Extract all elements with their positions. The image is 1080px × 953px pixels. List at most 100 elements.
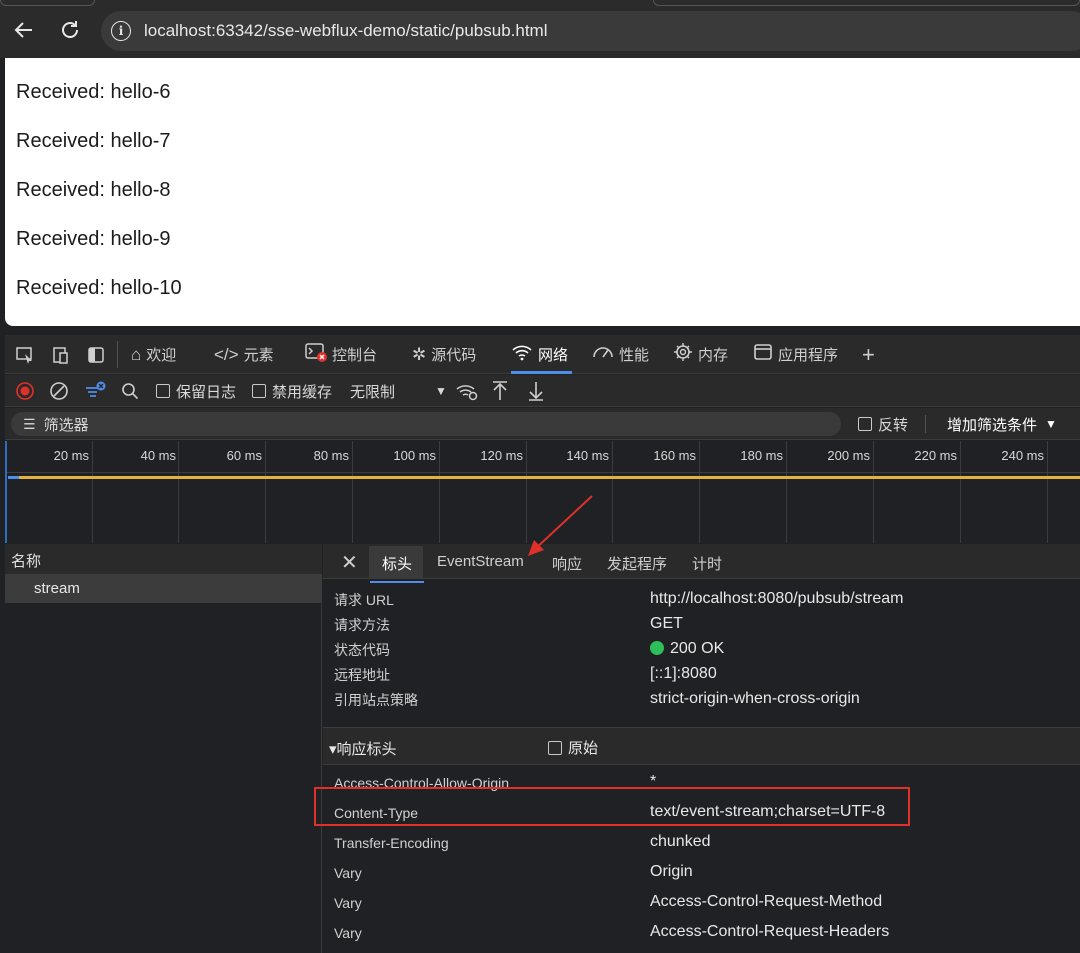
status-code-value: 200 OK	[650, 640, 724, 658]
inspect-element-button[interactable]	[15, 335, 35, 374]
tab-performance[interactable]: 性能	[592, 335, 649, 374]
grid-line	[178, 441, 179, 543]
checkbox-box[interactable]	[252, 384, 266, 398]
timeline-tick-label: 100 ms	[393, 448, 436, 463]
checkbox-box[interactable]	[548, 740, 562, 755]
divider	[117, 341, 118, 368]
timeline-tick-label: 60 ms	[226, 448, 262, 463]
tab-elements[interactable]: </> 元素	[214, 335, 274, 374]
arrow-left-icon	[14, 22, 32, 38]
record-button[interactable]	[15, 375, 35, 407]
filter-input[interactable]: ☰ 筛选器	[11, 412, 841, 436]
grid-line	[612, 441, 613, 543]
tab-sources[interactable]: ✲ 源代码	[412, 335, 476, 374]
tab-edge	[0, 0, 95, 6]
timeline-tick-label: 20 ms	[53, 448, 89, 463]
divider	[925, 415, 926, 433]
referrer-policy-key: 引用站点策略	[334, 692, 418, 708]
grid-line	[786, 441, 787, 543]
download-icon	[529, 382, 543, 401]
device-icon	[53, 346, 68, 364]
remote-address-value: [::1]:8080	[650, 665, 717, 682]
wifi-icon	[511, 343, 533, 366]
timeline-cursor	[5, 441, 7, 543]
preserve-log-label: 保留日志	[176, 383, 237, 401]
timeline-tick-label: 220 ms	[914, 448, 957, 463]
more-filters-dropdown[interactable]: 增加筛选条件 ▼	[947, 408, 1057, 440]
export-har-button[interactable]	[527, 375, 545, 407]
url-text: localhost:63342/sse-webflux-demo/static/…	[144, 21, 548, 40]
timeline-tick-label: 120 ms	[480, 448, 523, 463]
remote-address-key: 远程地址	[334, 667, 390, 683]
search-icon	[122, 383, 139, 400]
tab-application[interactable]: 应用程序	[753, 335, 838, 374]
request-method-value: GET	[650, 615, 683, 632]
tab-headers[interactable]: 标头	[369, 553, 425, 583]
tab-memory[interactable]: 内存	[673, 335, 728, 374]
clear-button[interactable]	[49, 375, 69, 407]
request-url-value: http://localhost:8080/pubsub/stream	[650, 590, 904, 607]
tab-label: 欢迎	[146, 347, 177, 364]
network-conditions-button[interactable]	[455, 375, 479, 407]
reload-icon	[62, 21, 78, 38]
preserve-log-checkbox[interactable]: 保留日志	[156, 375, 236, 407]
tab-eventstream[interactable]: EventStream	[437, 553, 524, 570]
checkbox-box[interactable]	[858, 417, 872, 431]
checkbox-box[interactable]	[156, 384, 170, 398]
header-key: Vary	[334, 865, 362, 881]
back-button[interactable]	[8, 14, 40, 46]
disable-cache-label: 禁用缓存	[272, 383, 333, 401]
address-bar[interactable]: i localhost:63342/sse-webflux-demo/stati…	[101, 11, 1080, 51]
response-headers-section[interactable]: ▾响应标头 原始	[323, 727, 1080, 765]
close-icon[interactable]: ✕	[341, 550, 358, 575]
grid-line	[699, 441, 700, 543]
grid-line	[873, 441, 874, 543]
throttling-value: 无限制	[350, 383, 396, 401]
tab-edge	[653, 0, 1080, 6]
status-ok-icon	[650, 641, 664, 655]
more-tools-button[interactable]: +	[862, 335, 875, 374]
status-text: 200 OK	[670, 640, 725, 657]
header-value: Access-Control-Request-Headers	[650, 923, 890, 940]
tab-label: 元素	[243, 347, 274, 364]
chevron-down-icon: ▼	[435, 384, 447, 398]
timeline-tick-label: 160 ms	[653, 448, 696, 463]
tab-label: 内存	[698, 347, 729, 364]
tab-network[interactable]: 网络	[511, 335, 573, 374]
timeline-tick-label: 140 ms	[566, 448, 609, 463]
response-headers-title[interactable]: ▾响应标头	[329, 738, 397, 759]
header-value: Origin	[650, 863, 693, 880]
throttling-select[interactable]: 无限制 ▼	[350, 375, 447, 407]
grid-line	[265, 441, 266, 543]
import-har-button[interactable]	[491, 375, 509, 407]
device-toolbar-button[interactable]	[51, 335, 71, 374]
request-list-header[interactable]: 名称	[5, 544, 322, 575]
request-row[interactable]: stream	[5, 575, 322, 603]
raw-checkbox[interactable]: 原始	[548, 737, 598, 758]
tab-label: 源代码	[431, 347, 477, 364]
dock-button[interactable]	[86, 335, 106, 374]
request-method-key: 请求方法	[334, 617, 390, 633]
detail-tab-bar: ✕ 标头 EventStream 响应 发起程序 计时	[323, 544, 1080, 583]
reload-button[interactable]	[54, 14, 86, 46]
filter-placeholder: 筛选器	[43, 416, 89, 434]
tab-timing[interactable]: 计时	[692, 553, 722, 574]
network-toolbar: 保留日志 禁用缓存 无限制 ▼	[5, 375, 1080, 407]
search-button[interactable]	[121, 375, 139, 407]
record-icon	[16, 382, 34, 400]
app-icon	[753, 342, 773, 367]
info-icon[interactable]: i	[111, 21, 131, 41]
disable-cache-checkbox[interactable]: 禁用缓存	[252, 375, 332, 407]
grid-line	[92, 441, 93, 543]
console-icon	[305, 342, 327, 367]
filter-clear-icon	[86, 381, 106, 397]
request-detail-panel: ✕ 标头 EventStream 响应 发起程序 计时 请求 URL http:…	[323, 544, 1080, 953]
tab-console[interactable]: 控制台	[305, 335, 377, 374]
browser-toolbar: i localhost:63342/sse-webflux-demo/stati…	[0, 0, 1080, 58]
request-list: 名称 stream	[5, 544, 322, 953]
red-arrow-annotation	[528, 495, 593, 556]
invert-checkbox[interactable]: 反转	[858, 408, 908, 440]
tab-welcome[interactable]: ⌂ 欢迎	[131, 335, 176, 374]
filter-toggle-button[interactable]	[84, 375, 108, 407]
tab-initiator[interactable]: 发起程序	[607, 553, 667, 574]
